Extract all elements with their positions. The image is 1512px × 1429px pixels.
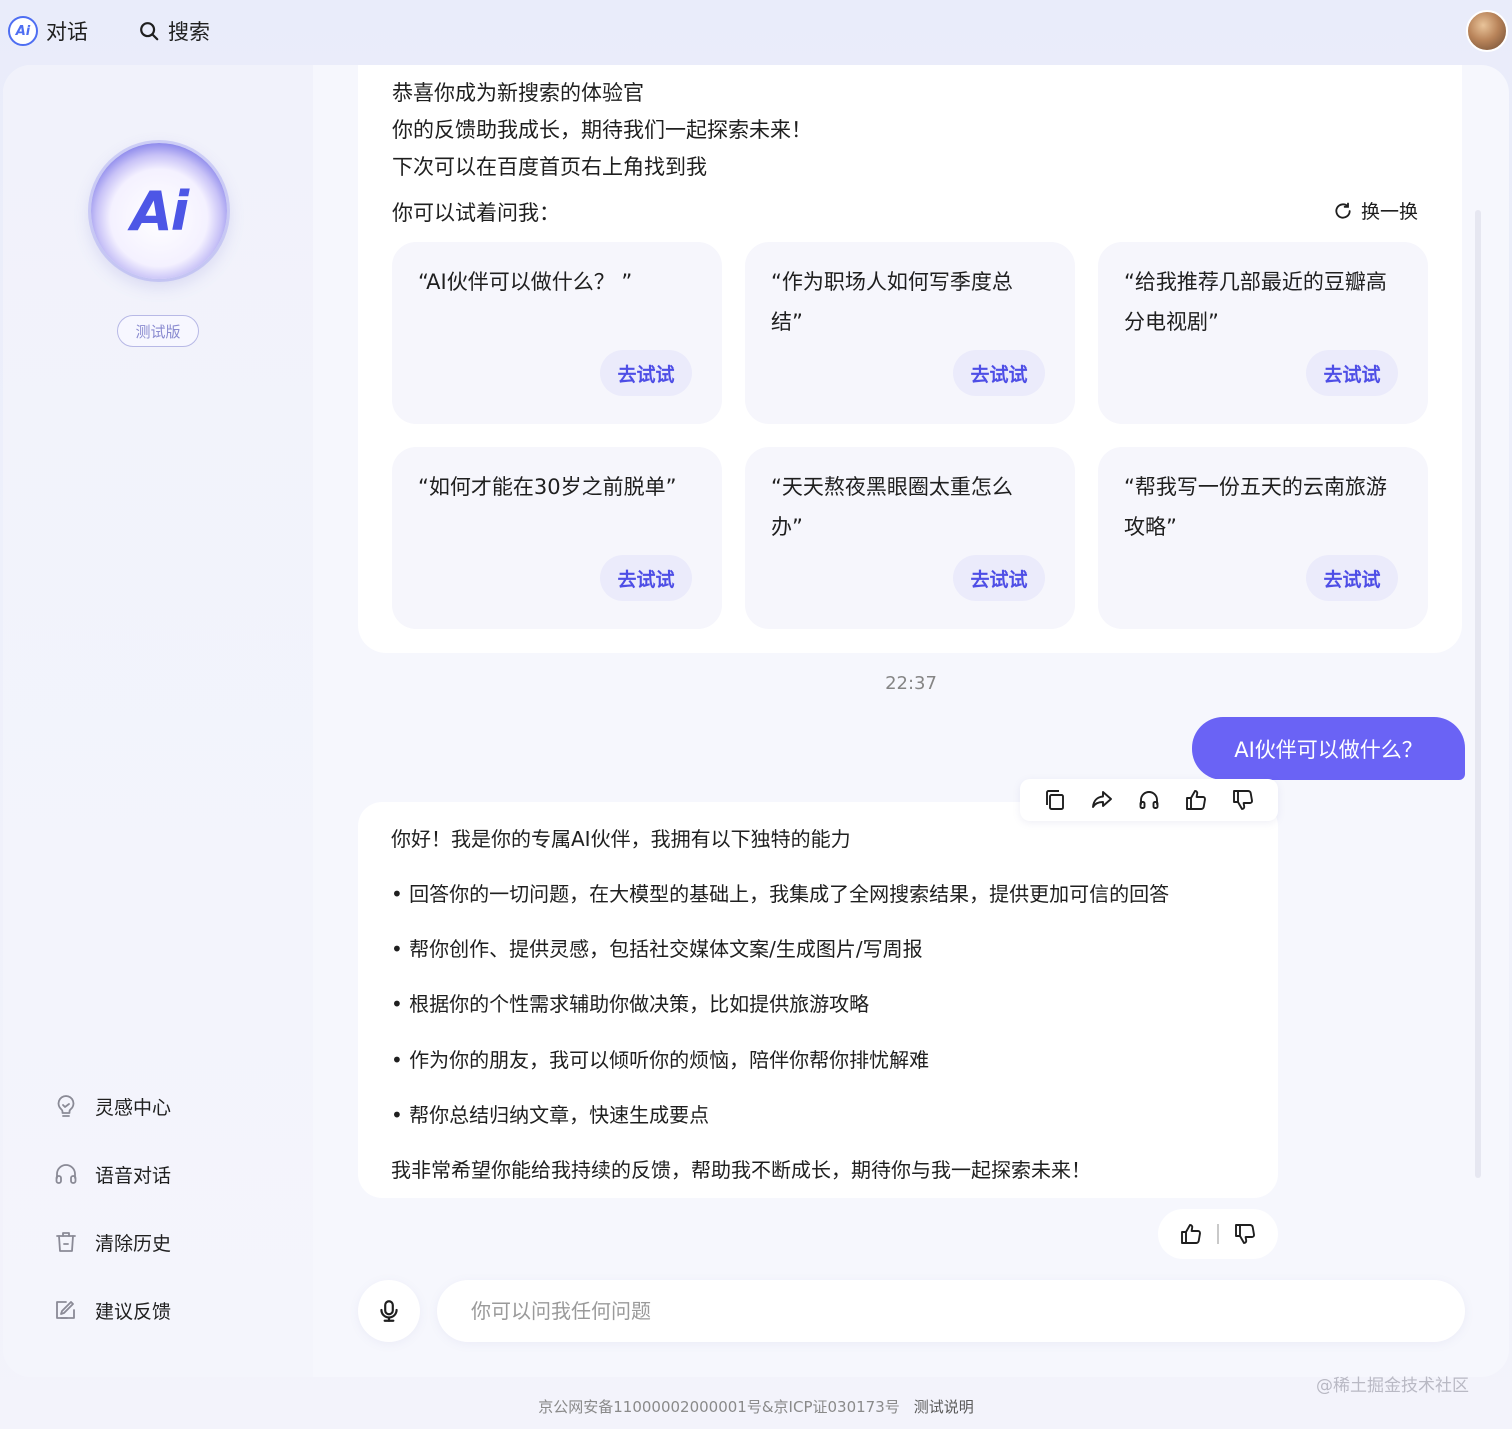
try-button[interactable]: 去试试 — [1306, 350, 1398, 396]
answer-bullet: • 作为你的朋友，我可以倾听你的烦恼，陪伴你帮你排忧解难 — [391, 1048, 930, 1072]
welcome-line: 下次可以在百度首页右上角找到我 — [392, 155, 707, 179]
headphones-icon — [1139, 791, 1159, 809]
chat-input[interactable] — [437, 1280, 1465, 1342]
feedback-icon — [56, 1301, 75, 1319]
dislike-button[interactable] — [1229, 786, 1257, 814]
copy-button[interactable] — [1041, 786, 1069, 814]
tab-search[interactable]: 搜索 — [138, 14, 210, 48]
suggestion-card[interactable]: “给我推荐几部最近的豆瓣高分电视剧” 去试试 — [1098, 242, 1428, 424]
microphone-icon — [380, 1300, 398, 1322]
refresh-icon — [1335, 202, 1351, 219]
sidebar-item-label: 清除历史 — [95, 1232, 172, 1255]
answer-bullet: • 帮你总结归纳文章，快速生成要点 — [391, 1103, 710, 1127]
welcome-line: 你的反馈助我成长，期待我们一起探索未来！ — [392, 118, 812, 142]
vote-bar — [1158, 1209, 1278, 1259]
sidebar: Ai 测试版 灵感中心 语音对话 清除历史 建议反馈 — [3, 65, 313, 1377]
lightbulb-icon — [57, 1095, 75, 1117]
refresh-button[interactable]: 换一换 — [1333, 197, 1418, 224]
sidebar-item-label: 语音对话 — [95, 1164, 172, 1187]
like-button[interactable] — [1182, 786, 1210, 814]
ai-logo-text: Ai — [130, 179, 189, 243]
answer-card: 你好！我是你的专属AI伙伴，我拥有以下独特的能力 • 回答你的一切问题，在大模型… — [358, 802, 1278, 1198]
try-button[interactable]: 去试试 — [600, 555, 692, 601]
sidebar-item-inspiration[interactable]: 灵感中心 — [53, 1089, 171, 1123]
sidebar-item-label: 灵感中心 — [95, 1096, 172, 1119]
thumbs-down-icon — [1232, 790, 1253, 810]
trash-icon — [56, 1232, 76, 1252]
thumbs-up-icon — [1181, 1224, 1202, 1244]
sidebar-item-voice[interactable]: 语音对话 — [53, 1157, 171, 1191]
watermark: @稀土掘金技术社区 — [1316, 1376, 1469, 1396]
try-button[interactable]: 去试试 — [1306, 555, 1398, 601]
search-icon — [140, 22, 159, 41]
try-button[interactable]: 去试试 — [953, 555, 1045, 601]
welcome-card: 恭喜你成为新搜索的体验官 你的反馈助我成长，期待我们一起探索未来！ 下次可以在百… — [358, 65, 1462, 653]
suggestion-text: “AI伙伴可以做什么？ ” — [418, 270, 633, 294]
message-toolbar — [1020, 779, 1278, 821]
beta-badge: 测试版 — [117, 315, 199, 347]
icp-text: 京公网安备11000002000001号&京ICP证030173号 — [538, 1398, 900, 1416]
like-button[interactable] — [1177, 1220, 1205, 1248]
scrollbar[interactable] — [1475, 210, 1481, 1178]
sidebar-item-clear-history[interactable]: 清除历史 — [53, 1225, 171, 1259]
suggestion-text: “如何才能在30岁之前脱单” — [418, 475, 677, 499]
voice-input-button[interactable] — [358, 1280, 420, 1342]
copy-icon — [1046, 790, 1065, 810]
top-bar: Ai 对话 搜索 — [0, 0, 1512, 62]
sidebar-item-feedback[interactable]: 建议反馈 — [53, 1293, 171, 1327]
divider — [1217, 1224, 1219, 1244]
headphones-icon — [55, 1164, 77, 1184]
user-message[interactable]: AI伙伴可以做什么？ — [1192, 717, 1465, 780]
try-button[interactable]: 去试试 — [600, 350, 692, 396]
main-frame: Ai 测试版 灵感中心 语音对话 清除历史 建议反馈 恭喜你成为新搜索的体验官 … — [3, 65, 1509, 1377]
message-timestamp: 22:37 — [885, 673, 937, 694]
answer-bullet: • 根据你的个性需求辅助你做决策，比如提供旅游攻略 — [391, 992, 870, 1016]
dislike-button[interactable] — [1231, 1220, 1259, 1248]
listen-button[interactable] — [1135, 786, 1163, 814]
suggestion-text: “作为职场人如何写季度总结” — [771, 270, 1013, 334]
suggestion-text: “给我推荐几部最近的豆瓣高分电视剧” — [1124, 270, 1387, 334]
share-icon — [1092, 791, 1113, 808]
tab-search-label: 搜索 — [168, 20, 210, 44]
share-button[interactable] — [1088, 786, 1116, 814]
answer-bullet: • 回答你的一切问题，在大模型的基础上，我集成了全网搜索结果，提供更加可信的回答 — [391, 882, 1170, 906]
test-info-link[interactable]: 测试说明 — [914, 1398, 974, 1416]
thumbs-down-icon — [1234, 1224, 1255, 1244]
suggestion-card[interactable]: “作为职场人如何写季度总结” 去试试 — [745, 242, 1075, 424]
ai-logo-icon: Ai — [8, 16, 38, 46]
refresh-label: 换一换 — [1360, 201, 1418, 223]
ai-logo: Ai — [91, 143, 227, 279]
suggestion-card[interactable]: “如何才能在30岁之前脱单” 去试试 — [392, 447, 722, 629]
try-button[interactable]: 去试试 — [953, 350, 1045, 396]
suggestion-card[interactable]: “帮我写一份五天的云南旅游攻略” 去试试 — [1098, 447, 1428, 629]
answer-intro: 你好！我是你的专属AI伙伴，我拥有以下独特的能力 — [391, 827, 851, 851]
answer-bullet: • 帮你创作、提供灵感，包括社交媒体文案/生成图片/写周报 — [391, 937, 923, 961]
suggestion-text: “天天熬夜黑眼圈太重怎么办” — [771, 475, 1013, 539]
avatar[interactable] — [1466, 10, 1508, 52]
suggestion-card[interactable]: “AI伙伴可以做什么？ ” 去试试 — [392, 242, 722, 424]
footer: 京公网安备11000002000001号&京ICP证030173号 测试说明 — [0, 1396, 1512, 1417]
tab-chat-label: 对话 — [46, 20, 88, 44]
try-prompt: 你可以试着问我： — [392, 201, 560, 225]
answer-outro: 我非常希望你能给我持续的反馈，帮助我不断成长，期待你与我一起探索未来！ — [391, 1158, 1091, 1182]
suggestion-card[interactable]: “天天熬夜黑眼圈太重怎么办” 去试试 — [745, 447, 1075, 629]
sidebar-item-label: 建议反馈 — [95, 1300, 172, 1323]
thumbs-up-icon — [1185, 790, 1206, 810]
welcome-line: 恭喜你成为新搜索的体验官 — [392, 81, 644, 105]
tab-chat[interactable]: Ai 对话 — [8, 14, 88, 48]
suggestion-text: “帮我写一份五天的云南旅游攻略” — [1124, 475, 1387, 539]
